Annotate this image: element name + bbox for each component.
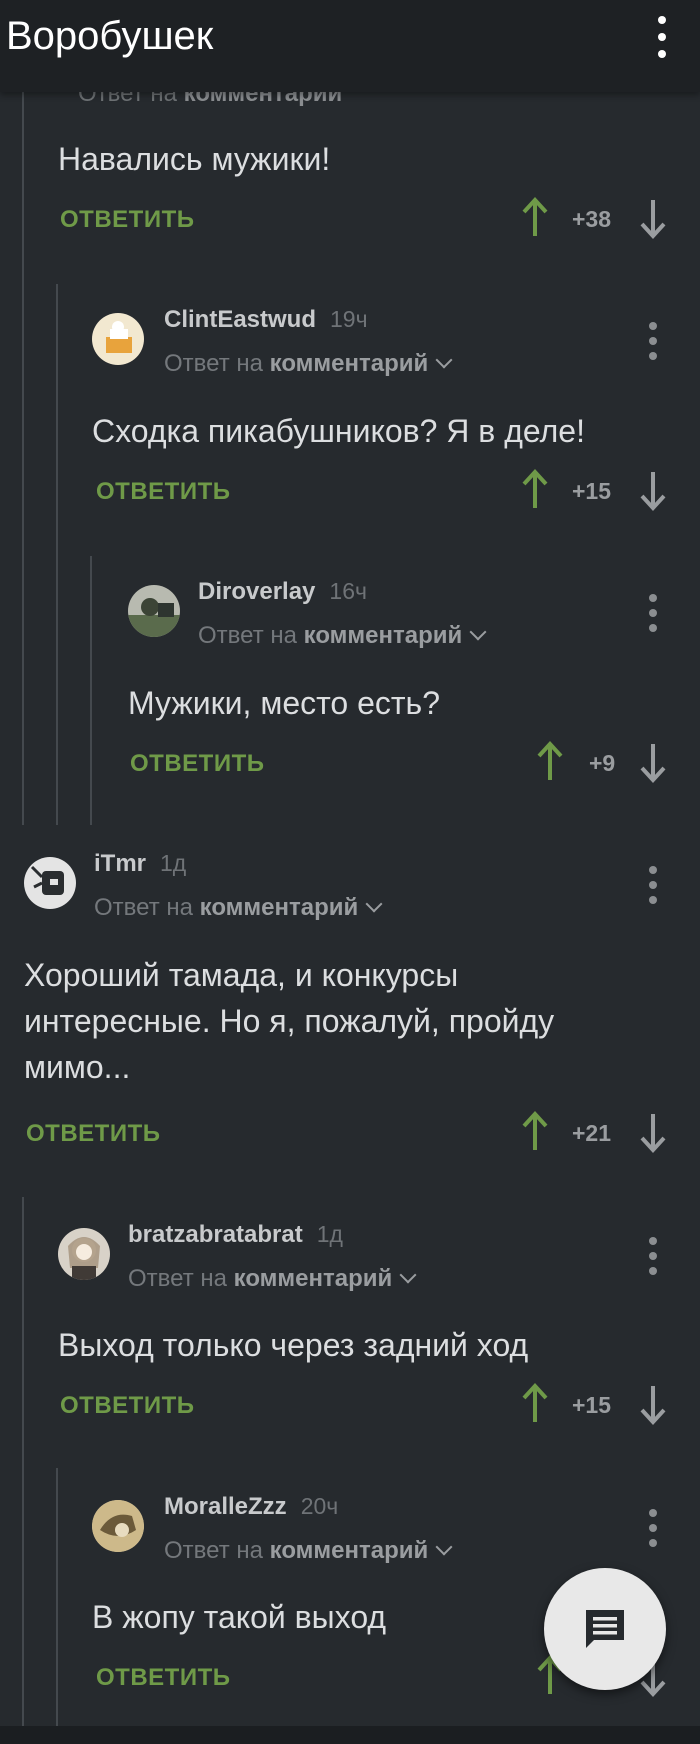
vote-controls: +15 — [520, 468, 670, 512]
thread-line — [90, 556, 92, 825]
reply-button[interactable]: ОТВЕТИТЬ — [60, 1392, 195, 1420]
arrow-up-icon[interactable] — [520, 196, 550, 240]
reply-to-link[interactable]: Ответ на комментарий — [164, 1537, 453, 1565]
vote-controls: +15 — [520, 1382, 670, 1426]
vote-score: +15 — [572, 1392, 612, 1418]
reply-button[interactable]: ОТВЕТИТЬ — [96, 478, 231, 506]
comment-time: 20ч — [300, 1493, 339, 1519]
vote-score: +21 — [572, 1120, 612, 1146]
avatar[interactable] — [24, 857, 76, 909]
reply-button[interactable]: ОТВЕТИТЬ — [26, 1120, 161, 1148]
vote-controls: +21 — [520, 1110, 670, 1154]
reply-to-link[interactable]: Ответ на комментарий — [164, 350, 453, 378]
vote-controls: +38 — [520, 196, 670, 240]
arrow-up-icon[interactable] — [520, 468, 550, 512]
chevron-down-icon — [365, 895, 383, 913]
more-vert-icon[interactable] — [648, 866, 658, 906]
thread-line — [22, 1197, 24, 1726]
app-bar: Воробушек — [0, 0, 700, 92]
arrow-down-icon[interactable] — [638, 1110, 668, 1154]
chevron-down-icon — [399, 1266, 417, 1284]
more-vert-icon[interactable] — [654, 16, 670, 60]
bottom-bar — [0, 1726, 700, 1744]
more-vert-icon[interactable] — [648, 594, 658, 634]
username[interactable]: iTmr 1д — [94, 850, 186, 878]
arrow-down-icon[interactable] — [638, 468, 668, 512]
more-vert-icon[interactable] — [648, 1509, 658, 1549]
reply-button[interactable]: ОТВЕТИТЬ — [60, 206, 195, 234]
arrow-up-icon[interactable] — [520, 1382, 550, 1426]
comment-time: 19ч — [330, 306, 368, 332]
chevron-down-icon — [435, 1538, 453, 1556]
arrow-down-icon[interactable] — [638, 196, 668, 240]
arrow-down-icon[interactable] — [638, 1382, 668, 1426]
reply-button[interactable]: ОТВЕТИТЬ — [130, 750, 265, 778]
avatar[interactable] — [92, 1500, 144, 1552]
comment-body: Хороший тамада, и конкурсы интересные. Н… — [24, 957, 555, 1085]
comment-body: В жопу такой выход — [92, 1599, 387, 1635]
comment-body: Мужики, место есть? — [128, 685, 441, 721]
avatar[interactable] — [58, 1228, 110, 1280]
username[interactable]: ClintEastwud 19ч — [164, 306, 368, 334]
vote-score: +15 — [572, 478, 612, 504]
more-vert-icon[interactable] — [648, 1237, 658, 1277]
arrow-up-icon[interactable] — [520, 1110, 550, 1154]
thread-line — [56, 284, 58, 825]
username[interactable]: Diroverlay 16ч — [198, 578, 367, 606]
comment-body: Сходка пикабушников? Я в деле! — [92, 413, 585, 449]
comment-body: Выход только через задний ход — [58, 1327, 529, 1363]
chevron-down-icon — [435, 351, 453, 369]
username[interactable]: MoralleZzz 20ч — [164, 1493, 338, 1521]
comment-time: 1д — [160, 850, 187, 876]
reply-to-link[interactable]: Ответ на комментарий — [94, 894, 383, 922]
comment-icon — [586, 1610, 624, 1648]
arrow-up-icon[interactable] — [535, 740, 565, 784]
avatar[interactable] — [128, 585, 180, 637]
more-vert-icon[interactable] — [648, 322, 658, 362]
username[interactable]: bratzabratabrat 1д — [128, 1221, 343, 1249]
comment-time: 1д — [316, 1221, 343, 1247]
vote-controls: +9 — [535, 740, 670, 784]
thread-line — [22, 92, 24, 825]
reply-to-link[interactable]: Ответ на комментарий — [198, 622, 487, 650]
reply-button[interactable]: ОТВЕТИТЬ — [96, 1664, 231, 1692]
comment-body: Навались мужики! — [58, 141, 331, 177]
vote-score: +9 — [589, 750, 616, 776]
chevron-down-icon — [469, 623, 487, 641]
avatar[interactable] — [92, 313, 144, 365]
comment-time: 16ч — [329, 578, 367, 604]
thread-line — [56, 1468, 58, 1726]
reply-to-link[interactable]: Ответ на комментарий — [128, 1265, 417, 1293]
vote-score: +38 — [572, 206, 612, 232]
write-comment-button[interactable] — [544, 1568, 666, 1690]
app-title: Воробушек — [6, 14, 214, 58]
arrow-down-icon[interactable] — [638, 740, 668, 784]
